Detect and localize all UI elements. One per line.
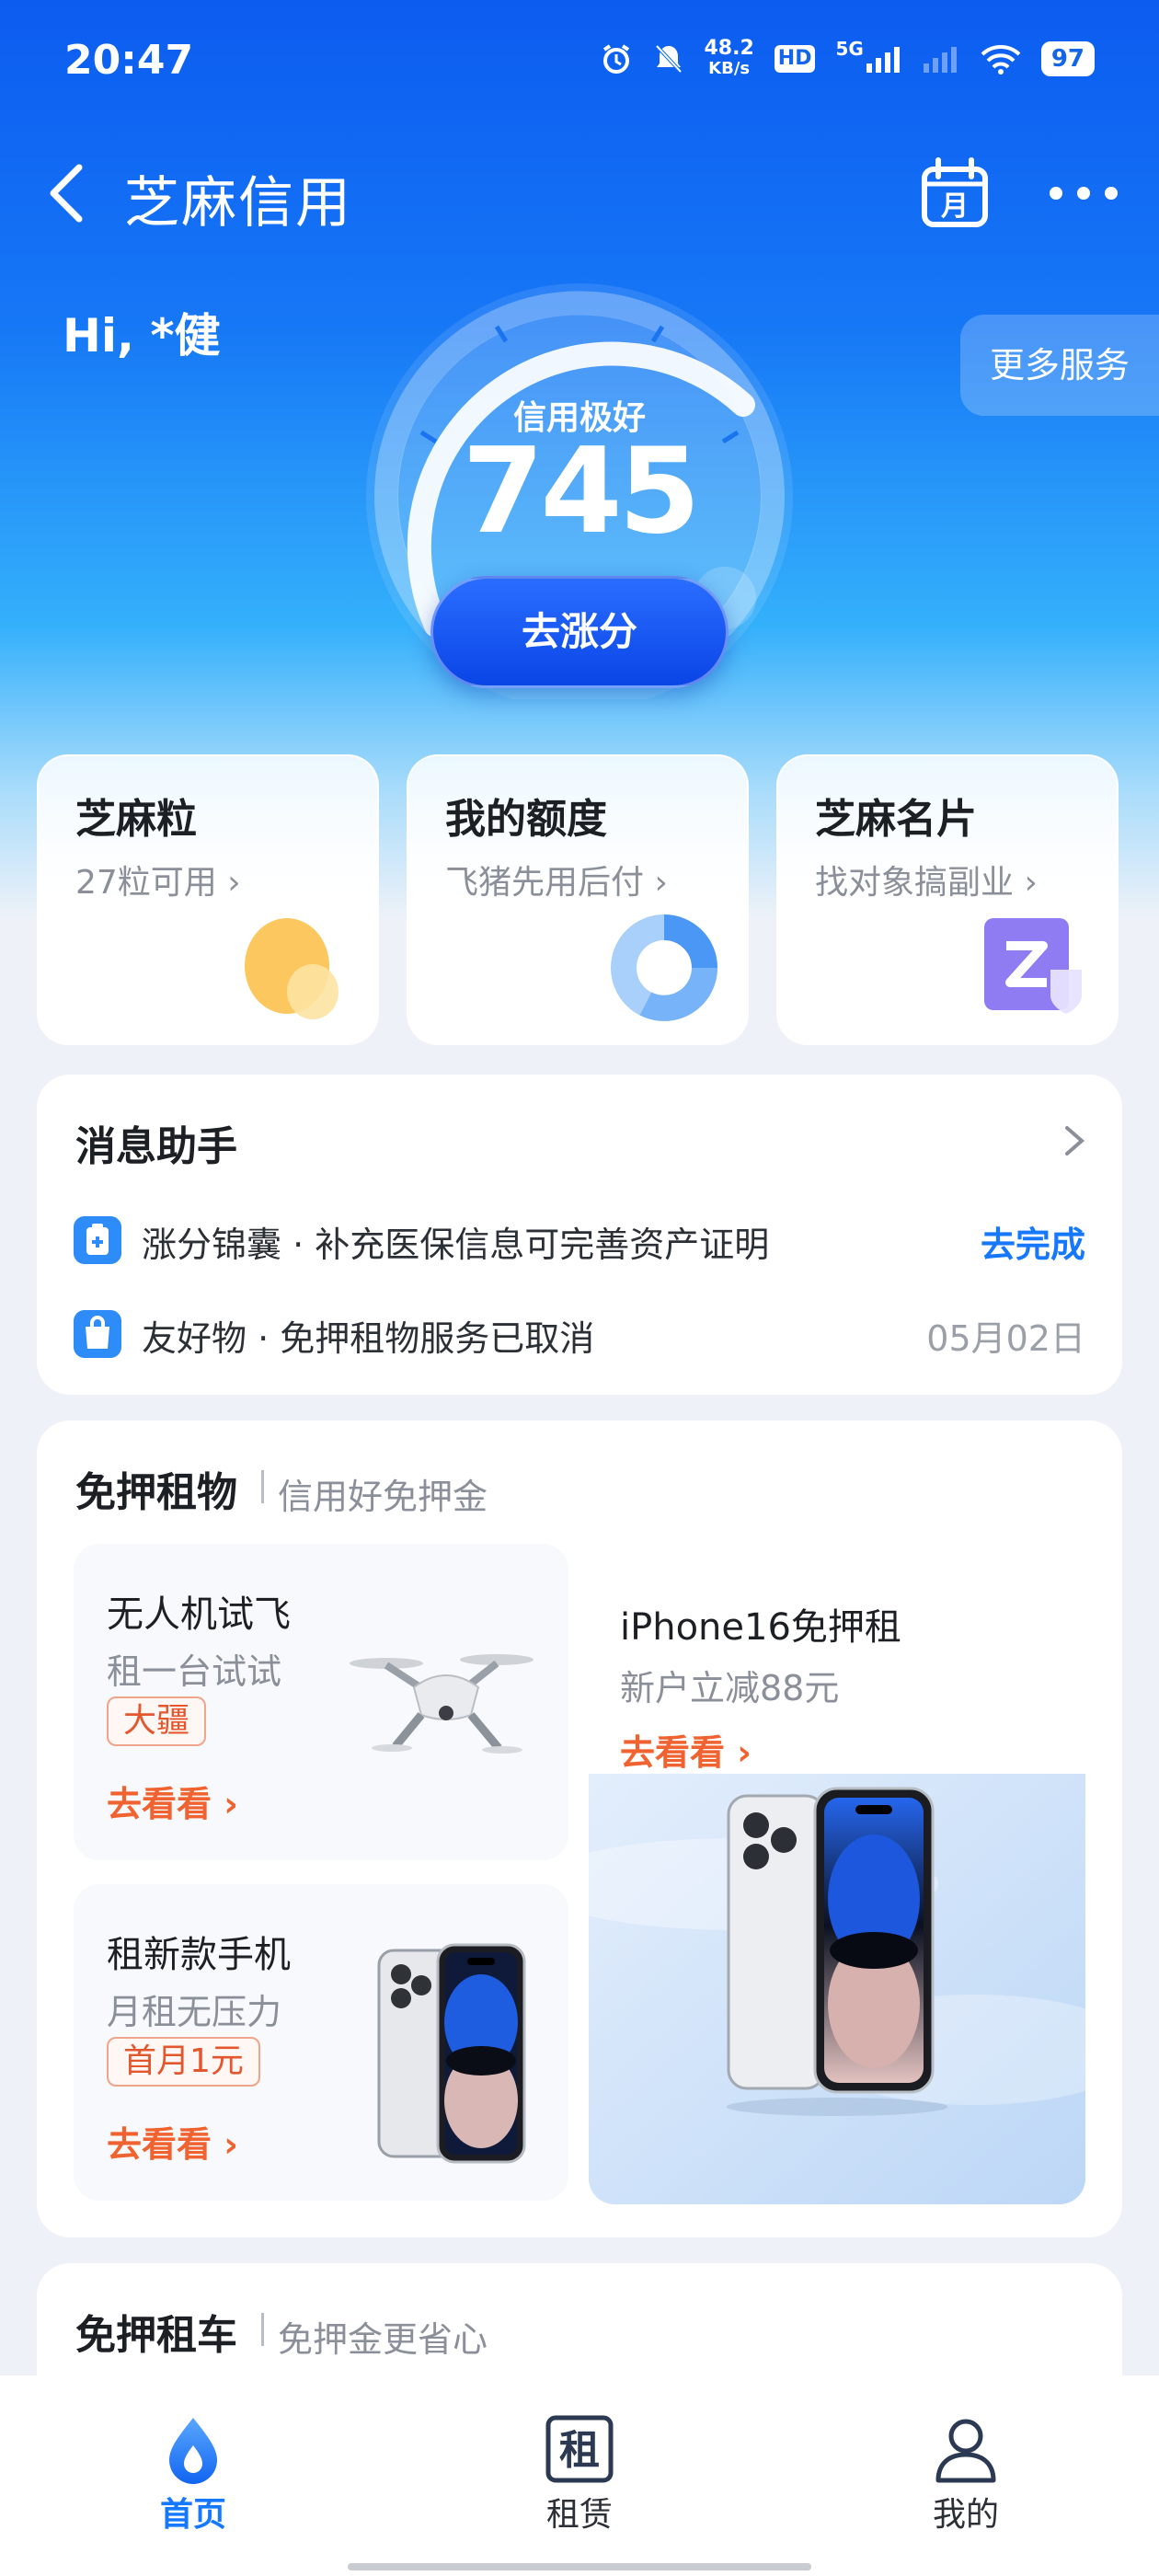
sesame-seeds-subtitle: 27粒可用 ›	[75, 864, 241, 902]
drone-rental-tile[interactable]: 无人机试飞 租一台试试 大疆 去看看 ›	[74, 1544, 568, 1860]
svg-text:租: 租	[559, 2427, 600, 2474]
drone-image	[350, 1654, 534, 1754]
rent-icon: 租	[545, 2415, 614, 2483]
wifi-icon	[981, 45, 1021, 75]
signal-5g: 5G	[835, 38, 902, 73]
sesame-card-subtitle: 找对象搞副业 ›	[815, 864, 1038, 902]
sesame-card-title: 芝麻名片	[815, 796, 977, 843]
signal-5g-label: 5G	[835, 38, 864, 60]
sesame-seeds-title: 芝麻粒	[75, 796, 197, 843]
net-speed: 48.2 KB/s	[705, 39, 754, 79]
rental-section-subtitle: 信用好免押金	[278, 1477, 488, 1517]
tab-rent[interactable]: 租 租赁	[442, 2375, 717, 2541]
status-bar: 20:47 48.2 KB/s HD 5G 97	[0, 0, 1159, 120]
tile-tag: 首月1元	[107, 2037, 260, 2087]
tile-link[interactable]: 去看看 ›	[107, 1776, 238, 1826]
bottom-tab-bar: 首页 租 租赁 我的	[0, 2375, 1159, 2576]
sesame-card-card[interactable]: 芝麻名片 找对象搞副业 ›	[776, 754, 1119, 1045]
net-speed-unit: KB/s	[708, 59, 751, 78]
more-options-icon[interactable]	[1047, 175, 1120, 212]
chevron-right-icon[interactable]	[1061, 1122, 1089, 1159]
greeting: Hi, *健	[63, 309, 221, 362]
tile-subtitle: 月租无压力	[107, 1992, 282, 2032]
user-icon	[935, 2419, 996, 2483]
car-section-title: 免押租车	[75, 2312, 237, 2359]
status-time: 20:47	[64, 37, 194, 84]
credit-limit-title: 我的额度	[445, 796, 607, 843]
message-date: 05月02日	[926, 1318, 1085, 1359]
home-indicator[interactable]	[348, 2563, 811, 2570]
tile-title: 租新款手机	[107, 1934, 291, 1976]
complete-action-link[interactable]: 去完成	[981, 1216, 1085, 1267]
tile-title: 无人机试飞	[107, 1593, 291, 1636]
phone-image	[377, 1943, 526, 2164]
calendar-month-icon[interactable]: 月	[920, 156, 990, 230]
credit-score: 745	[462, 423, 700, 560]
message-assistant-title: 消息助手	[75, 1123, 237, 1170]
tab-rent-label: 租赁	[545, 2496, 613, 2534]
tab-home[interactable]: 首页	[55, 2375, 331, 2541]
tab-mine[interactable]: 我的	[828, 2375, 1104, 2541]
tab-home-label: 首页	[159, 2496, 226, 2534]
tile-subtitle: 租一台试试	[107, 1651, 282, 1692]
battery-indicator: 97	[1040, 41, 1095, 76]
message-text: 友好物 · 免押租物服务已取消	[142, 1318, 595, 1359]
car-section-subtitle: 免押金更省心	[278, 2319, 488, 2360]
mute-bell-icon	[655, 44, 682, 74]
tile-link[interactable]: 去看看 ›	[620, 1724, 752, 1775]
status-icons: 48.2 KB/s HD 5G 97	[600, 38, 1095, 79]
sesame-seeds-card[interactable]: 芝麻粒 27粒可用 ›	[37, 754, 379, 1045]
deposit-free-rental-card: 免押租物 信用好免押金 无人机试飞 租一台试试 大疆 去看看 › 租新款手机 月…	[37, 1420, 1122, 2237]
alarm-icon	[602, 44, 629, 74]
tab-mine-label: 我的	[932, 2496, 999, 2534]
pie-ring-icon	[611, 914, 717, 1021]
more-services-button[interactable]: 更多服务	[960, 315, 1159, 416]
home-drop-icon	[169, 2418, 217, 2484]
nav-bar: 芝麻信用 月	[0, 147, 1159, 239]
shopping-bag-icon	[74, 1310, 121, 1358]
tile-tag: 大疆	[107, 1696, 207, 1746]
my-credit-limit-card[interactable]: 我的额度 飞猪先用后付 ›	[407, 754, 749, 1045]
seeds-icon	[245, 918, 339, 1019]
hd-badge: HD	[774, 45, 816, 73]
signal-bars-empty-icon	[923, 47, 957, 73]
signal-bars-icon	[866, 47, 900, 73]
message-item[interactable]: 友好物 · 免押租物服务已取消 05月02日	[74, 1305, 1085, 1360]
credit-limit-subtitle: 飞猪先用后付 ›	[445, 864, 668, 902]
iphone16-rental-tile[interactable]: iPhone16免押租 新户立减88元 去看看 ›	[589, 1551, 1085, 2204]
new-phone-rental-tile[interactable]: 租新款手机 月租无压力 首月1元 去看看 ›	[74, 1884, 568, 2201]
title-divider	[261, 1470, 264, 1503]
tile-link[interactable]: 去看看 ›	[107, 2116, 238, 2167]
tile-title: iPhone16免押租	[620, 1606, 901, 1649]
iphone-feature-image	[589, 1774, 1085, 2204]
message-assistant-card: 消息助手 涨分锦囊 · 补充医保信息可完善资产证明 去完成 友好物 · 免押租物…	[37, 1075, 1122, 1395]
title-divider	[261, 2313, 264, 2346]
name-card-icon	[984, 918, 1082, 1014]
message-item[interactable]: 涨分锦囊 · 补充医保信息可完善资产证明 去完成	[74, 1211, 1085, 1266]
back-icon[interactable]	[33, 156, 107, 230]
page-title: 芝麻信用	[124, 171, 352, 236]
svg-text:月: 月	[941, 190, 969, 223]
tile-subtitle: 新户立减88元	[620, 1668, 840, 1708]
boost-score-button[interactable]: 去涨分	[430, 576, 729, 688]
net-speed-value: 48.2	[704, 37, 754, 60]
clipboard-icon	[74, 1216, 121, 1264]
rental-section-title: 免押租物	[75, 1469, 237, 1516]
message-text: 涨分锦囊 · 补充医保信息可完善资产证明	[142, 1225, 770, 1265]
